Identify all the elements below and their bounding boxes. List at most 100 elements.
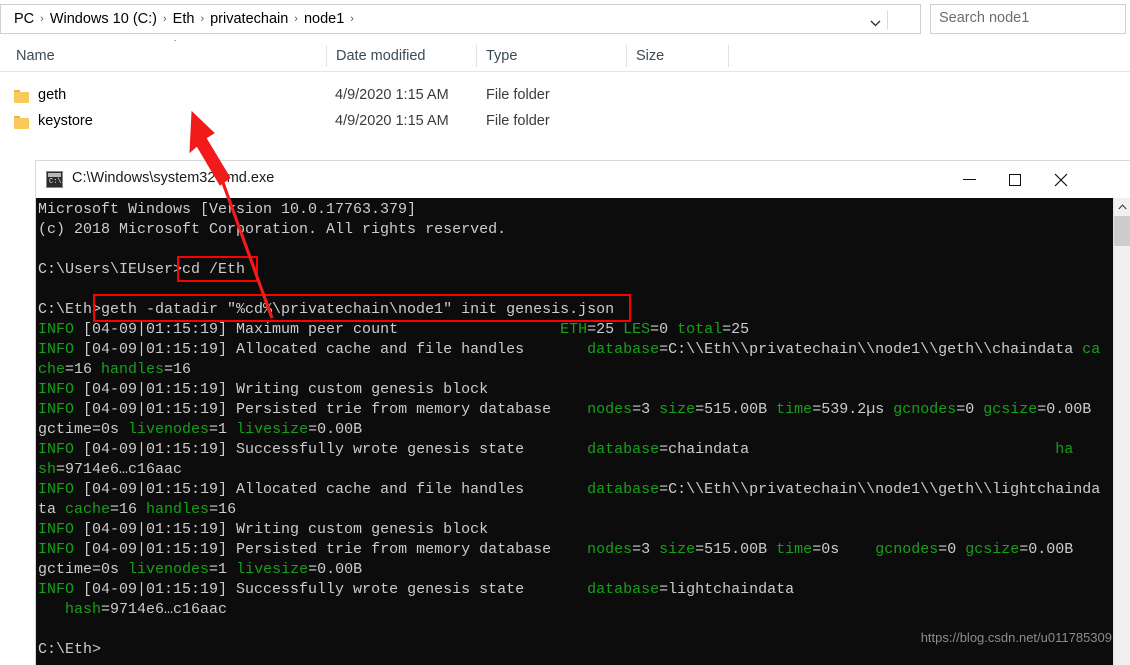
list-item[interactable]: keystore 4/9/2020 1:15 AM File folder [0,111,1130,137]
console-text: =16 [65,361,102,378]
console-line: INFO [04-09|01:15:19] Persisted trie fro… [38,400,1091,420]
console-text: handles [146,501,210,518]
console-text: database [587,341,660,358]
breadcrumb-item-node1[interactable]: node1 [299,11,349,27]
console-text: INFO [38,401,84,418]
console-text: che [38,361,66,378]
console-text: [04-09|01:15:19] Persisted trie from mem… [83,541,588,558]
console-text: INFO [38,321,84,338]
console-text: =9714e6…c16aac [56,461,183,478]
console-text: livenodes [128,421,210,438]
console-text: time [776,401,813,418]
close-button[interactable] [1038,161,1084,198]
console-line: gctime=0s livenodes=1 livesize=0.00B [38,420,362,440]
console-text: =0s [812,541,876,558]
address-field[interactable]: PC › Windows 10 (C:) › Eth › privatechain › node… [0,4,921,34]
file-name: geth [38,87,67,103]
file-type: File folder [486,113,550,129]
breadcrumb-item-pc[interactable]: PC [9,11,39,27]
console-text: ta [38,501,66,518]
header-divider [0,71,1130,72]
console-text: =16 [209,501,237,518]
console-text: =9714e6…c16aac [101,601,228,618]
console-text: hash [65,601,102,618]
console-text: =3 [632,401,660,418]
console-line: INFO [04-09|01:15:19] Writing custom gen… [38,380,488,400]
folder-icon [14,90,29,103]
window-title: C:\Windows\system32\cmd.exe [72,170,275,186]
console-line: INFO [04-09|01:15:19] Maximum peer count… [38,320,749,340]
console-text: =lightchaindata [659,581,795,598]
console-text: =16 [110,501,147,518]
column-separator[interactable] [326,45,327,67]
column-header-size[interactable]: Size [628,41,728,71]
column-separator[interactable] [476,45,477,67]
console-text: =0.00B [1019,541,1074,558]
list-item[interactable]: geth 4/9/2020 1:15 AM File folder [0,85,1130,111]
column-header-date[interactable]: Date modified [328,41,476,71]
console-text: [04-09|01:15:19] Allocated cache and fil… [83,341,588,358]
scrollbar-thumb[interactable] [1114,216,1130,246]
console-line: C:\Eth> [38,640,101,660]
scroll-up-icon[interactable] [1114,198,1130,215]
console-line: ta cache=16 handles=16 [38,500,236,520]
chevron-right-icon[interactable]: › [349,13,355,25]
chevron-down-icon[interactable] [864,12,886,34]
console-text: total [677,321,723,338]
console-text: (c) 2018 Microsoft Corporation. All righ… [38,221,507,238]
console-scrollbar[interactable] [1113,198,1130,665]
console-line: sh=9714e6…c16aac [38,460,182,480]
maximize-icon [1009,173,1021,186]
console-text: [04-09|01:15:19] Writing custom genesis … [83,521,489,538]
console-text: database [587,581,660,598]
console-text: =25 [587,321,624,338]
file-type: File folder [486,87,550,103]
minimize-button[interactable] [946,161,992,198]
console-line: che=16 handles=16 [38,360,191,380]
cmd-title-bar[interactable]: C:\ C:\Windows\system32\cmd.exe [36,161,1130,199]
console-text: =0 [956,401,984,418]
console-text: C:\Eth> [38,641,102,658]
console-text: size [659,401,696,418]
console-text: INFO [38,541,84,558]
cmd-icon: C:\ [46,171,63,188]
console-text: sh [38,461,57,478]
breadcrumb-item-eth[interactable]: Eth [168,11,200,27]
console-text: INFO [38,441,84,458]
console-line: INFO [04-09|01:15:19] Allocated cache an… [38,340,1100,360]
console-text: ETH [560,321,588,338]
search-placeholder: Search node1 [939,10,1030,26]
console-text: =C:\\Eth\\privatechain\\node1\\geth\\lig… [659,481,1101,498]
console-text: [04-09|01:15:19] Successfully wrote gene… [83,581,588,598]
column-header-type[interactable]: Type [478,41,626,71]
column-separator[interactable] [626,45,627,67]
console-text: =0s [92,421,129,438]
console-text: ha [1055,441,1074,458]
maximize-button[interactable] [992,161,1038,198]
console-text: database [587,441,660,458]
console-text: nodes [587,541,633,558]
console-text: INFO [38,341,84,358]
console-text: =25 [722,321,750,338]
console-text: gcnodes [875,541,939,558]
file-date: 4/9/2020 1:15 AM [335,113,449,129]
close-icon [1054,173,1068,186]
console-text: =0.00B [308,421,363,438]
console-line: INFO [04-09|01:15:19] Persisted trie fro… [38,540,1073,560]
console-text: INFO [38,581,84,598]
console-text: gctime [38,421,93,438]
console-text: livesize [236,421,309,438]
console-text: [04-09|01:15:19] Persisted trie from mem… [83,401,588,418]
breadcrumb: PC › Windows 10 (C:) › Eth › privatechain › node… [9,5,355,33]
console-text: =0s [92,561,129,578]
breadcrumb-item-privatechain[interactable]: privatechain [205,11,293,27]
search-input[interactable]: Search node1 [930,4,1126,34]
column-header-name[interactable]: Name [8,41,326,71]
console-text: =0.00B [308,561,363,578]
console-text: =515.00B [695,401,777,418]
column-separator[interactable] [728,45,729,67]
console-line: INFO [04-09|01:15:19] Writing custom gen… [38,520,488,540]
breadcrumb-item-windows-10-c[interactable]: Windows 10 (C:) [45,11,162,27]
console-text: LES [623,321,651,338]
